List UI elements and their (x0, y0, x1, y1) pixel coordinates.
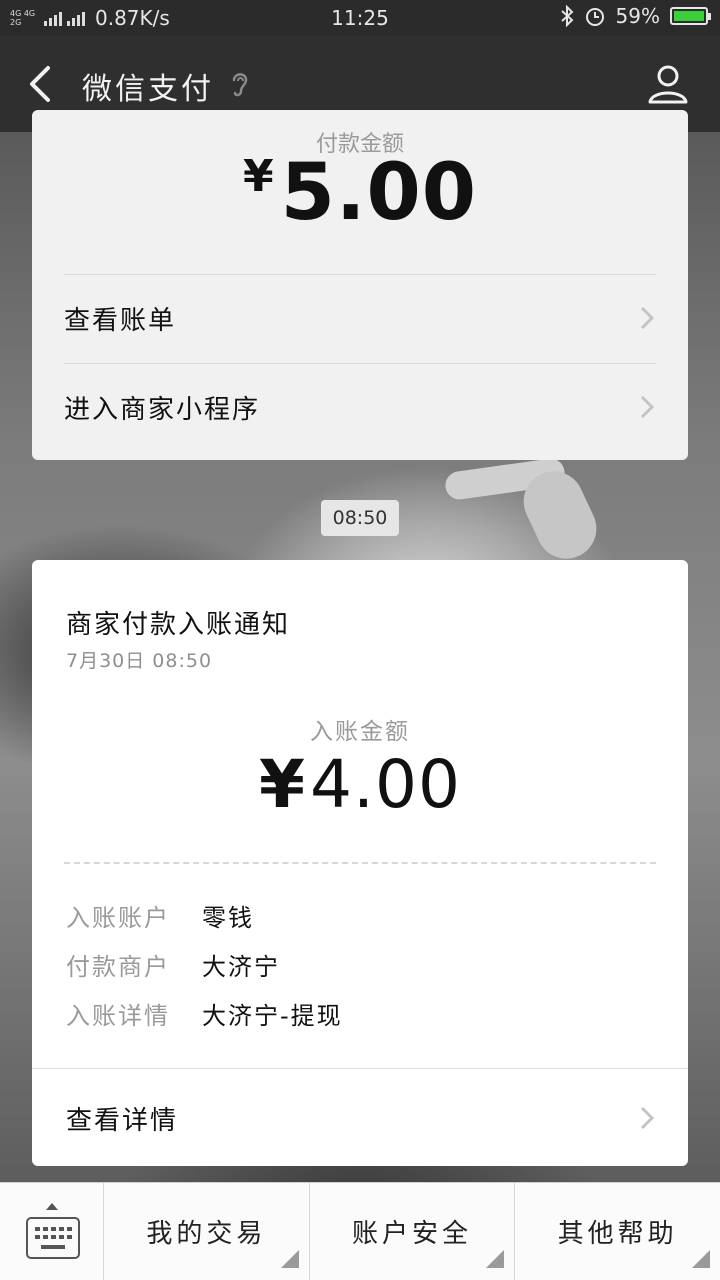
ear-icon[interactable] (228, 68, 252, 100)
bluetooth-icon (560, 5, 573, 27)
dashed-divider (64, 862, 656, 864)
battery-percent: 59% (615, 4, 660, 28)
notice-date: 7月30日 08:50 (66, 650, 213, 672)
menu-other-help[interactable]: 其他帮助 (515, 1183, 720, 1280)
submenu-indicator-icon (280, 1250, 299, 1268)
detail-row: 入账详情 大济宁-提现 (66, 1002, 343, 1030)
chevron-right-icon (640, 1106, 655, 1130)
chevron-right-icon (640, 395, 655, 419)
detail-row: 付款商户 大济宁 (66, 953, 280, 981)
page-title: 微信支付 (82, 72, 214, 107)
payment-card: 付款金额 ¥5.00 查看账单 进入商家小程序 (32, 110, 688, 460)
battery-icon (670, 7, 711, 25)
view-details-link[interactable]: 查看详情 (66, 1070, 656, 1166)
chevron-right-icon (640, 306, 655, 330)
alarm-icon (585, 8, 604, 26)
status-bar: 4G 4G 2G 0.87K/s 11:25 59% (0, 0, 720, 36)
menu-account-security[interactable]: 账户安全 (310, 1183, 516, 1280)
keyboard-icon (26, 1217, 80, 1259)
credit-amount: ¥4.00 (259, 746, 461, 823)
submenu-indicator-icon (692, 1250, 711, 1268)
merchant-miniprogram-link[interactable]: 进入商家小程序 (64, 363, 656, 451)
time-divider: 08:50 (321, 500, 399, 536)
bottom-menu: 我的交易 账户安全 其他帮助 (0, 1182, 720, 1280)
view-bill-link[interactable]: 查看账单 (64, 274, 656, 362)
user-icon[interactable] (646, 62, 690, 106)
keyboard-toggle-button[interactable] (0, 1183, 104, 1280)
divider (32, 1068, 688, 1069)
arrow-up-icon (46, 1203, 58, 1210)
chevron-left-icon[interactable] (22, 62, 62, 106)
notice-title: 商家付款入账通知 (66, 610, 291, 640)
payment-amount: ¥5.00 (242, 148, 478, 238)
credit-amount-label: 入账金额 (310, 719, 410, 745)
menu-my-transactions[interactable]: 我的交易 (104, 1183, 310, 1280)
submenu-indicator-icon (486, 1250, 505, 1268)
detail-row: 入账账户 零钱 (66, 904, 254, 932)
notice-card: 商家付款入账通知 7月30日 08:50 入账金额 ¥4.00 入账账户 零钱 付… (32, 560, 688, 1166)
